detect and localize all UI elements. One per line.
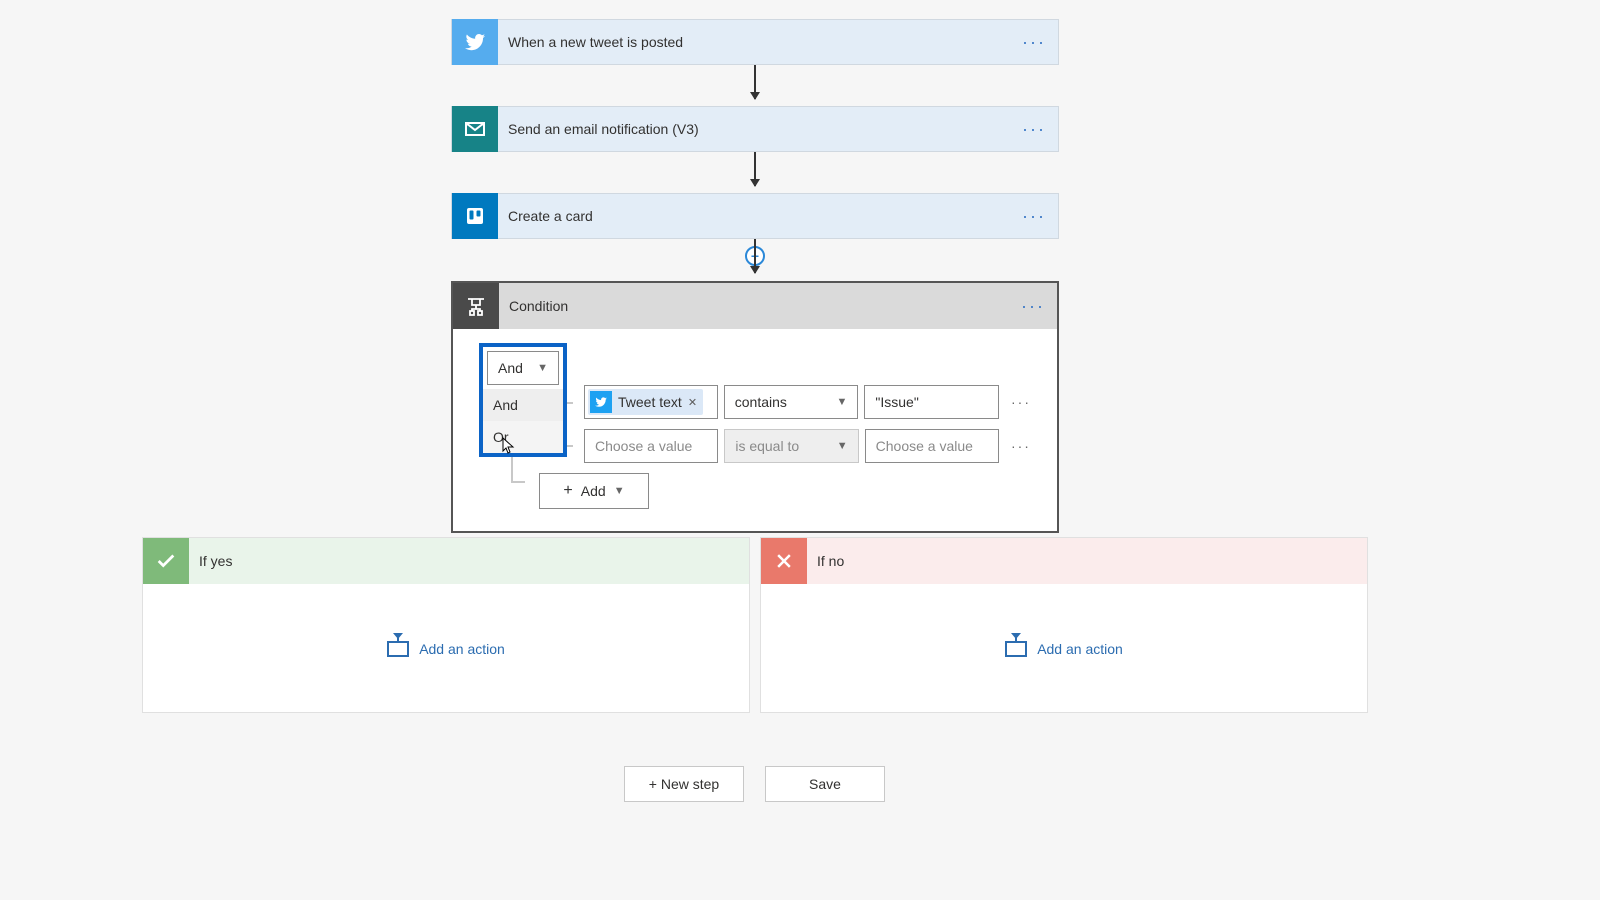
token-label: Tweet text	[618, 394, 682, 410]
branch-if-no: If no Add an action	[760, 537, 1368, 713]
mail-icon	[452, 106, 498, 152]
chevron-down-icon: ▼	[537, 362, 548, 374]
check-icon	[143, 538, 189, 584]
action-icon	[387, 641, 409, 657]
row-menu-icon[interactable]: ···	[1011, 438, 1031, 454]
row-menu-icon[interactable]: ···	[1011, 394, 1031, 410]
card-menu-icon[interactable]: ···	[1022, 119, 1046, 140]
condition-icon	[453, 283, 499, 329]
branch-header[interactable]: If yes	[143, 538, 749, 584]
mouse-cursor	[502, 437, 516, 455]
new-step-label: + New step	[649, 776, 719, 792]
condition-row-1: Tweet text ✕ contains ▼ "Issue" ···	[584, 385, 1031, 419]
twitter-icon	[452, 19, 498, 65]
add-label: Add	[581, 483, 606, 499]
action-title: Send an email notification (V3)	[508, 121, 1022, 137]
tree-line	[511, 481, 525, 483]
trigger-title: When a new tweet is posted	[508, 34, 1022, 50]
condition-header[interactable]: Condition ···	[453, 283, 1057, 329]
logic-option-and[interactable]: And	[483, 389, 563, 421]
condition-body: And ▼ And Or Tweet text ✕	[453, 329, 1057, 531]
add-condition-row-button[interactable]: + Add ▼	[539, 473, 649, 509]
connector-arrow	[754, 152, 756, 186]
logic-selected-label: And	[498, 360, 523, 376]
save-button[interactable]: Save	[765, 766, 885, 802]
operator-select[interactable]: contains ▼	[724, 385, 859, 419]
add-action-label: Add an action	[419, 641, 505, 657]
logic-select[interactable]: And ▼	[487, 351, 559, 385]
branch-title: If yes	[199, 553, 232, 569]
action-card-trello[interactable]: Create a card ···	[451, 193, 1059, 239]
trello-icon	[452, 193, 498, 239]
add-action-button[interactable]: Add an action	[143, 584, 749, 714]
card-menu-icon[interactable]: ···	[1021, 296, 1045, 317]
operator-select-disabled[interactable]: is equal to ▼	[724, 429, 858, 463]
value-field[interactable]: Choose a value	[865, 429, 999, 463]
action-icon	[1005, 641, 1027, 657]
card-menu-icon[interactable]: ···	[1022, 32, 1046, 53]
left-operand-field[interactable]: Choose a value	[584, 429, 718, 463]
operator-label: contains	[735, 394, 787, 410]
remove-token-icon[interactable]: ✕	[688, 396, 697, 409]
save-label: Save	[809, 776, 841, 792]
chevron-down-icon: ▼	[614, 485, 625, 497]
connector-arrow	[754, 239, 756, 273]
plus-icon: +	[563, 482, 572, 500]
flow-designer-canvas: When a new tweet is posted ··· Send an e…	[0, 0, 1600, 900]
condition-title: Condition	[509, 298, 1021, 314]
branch-header[interactable]: If no	[761, 538, 1367, 584]
logic-option-or[interactable]: Or	[483, 421, 563, 453]
value-text: "Issue"	[875, 394, 918, 410]
close-icon	[761, 538, 807, 584]
placeholder: Choose a value	[876, 438, 973, 454]
token-tweet-text: Tweet text ✕	[588, 389, 703, 415]
trigger-card-twitter[interactable]: When a new tweet is posted ···	[451, 19, 1059, 65]
chevron-down-icon: ▼	[837, 396, 848, 408]
value-field[interactable]: "Issue"	[864, 385, 999, 419]
add-action-button[interactable]: Add an action	[761, 584, 1367, 714]
action-title: Create a card	[508, 208, 1022, 224]
left-operand-field[interactable]: Tweet text ✕	[584, 385, 718, 419]
condition-row-2: Choose a value is equal to ▼ Choose a va…	[584, 429, 1031, 463]
operator-label: is equal to	[735, 438, 799, 454]
chevron-down-icon: ▼	[837, 440, 848, 452]
placeholder: Choose a value	[595, 438, 692, 454]
new-step-button[interactable]: + New step	[624, 766, 744, 802]
twitter-icon	[590, 391, 612, 413]
branch-if-yes: If yes Add an action	[142, 537, 750, 713]
branch-title: If no	[817, 553, 844, 569]
condition-card: Condition ··· And ▼ And Or	[451, 281, 1059, 533]
logic-dropdown-highlight: And ▼ And Or	[479, 343, 567, 457]
add-action-label: Add an action	[1037, 641, 1123, 657]
action-card-email[interactable]: Send an email notification (V3) ···	[451, 106, 1059, 152]
connector-arrow	[754, 65, 756, 99]
card-menu-icon[interactable]: ···	[1022, 206, 1046, 227]
